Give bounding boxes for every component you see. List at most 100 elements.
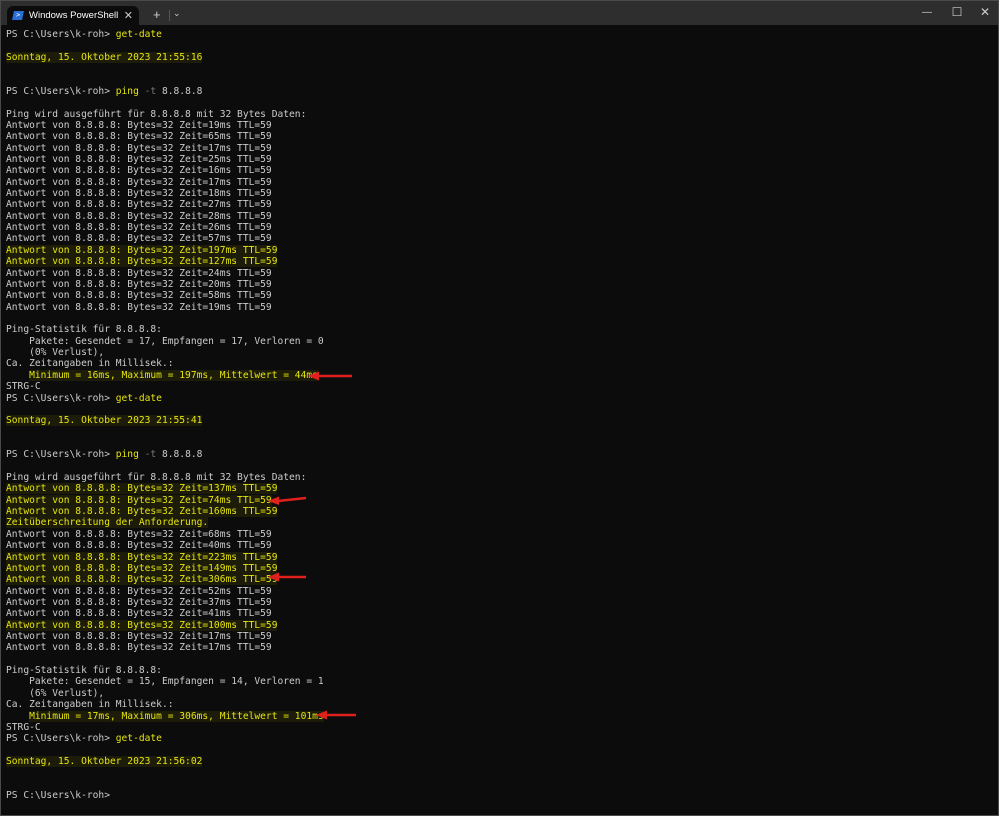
terminal-text: Sonntag, 15. Oktober 2023 21:55:16: [6, 51, 203, 63]
terminal-line: Antwort von 8.8.8.8: Bytes=32 Zeit=160ms…: [6, 506, 998, 518]
terminal-text: PS C:\Users\k-roh>: [6, 733, 116, 745]
terminal-text: Sonntag, 15. Oktober 2023 21:55:41: [6, 415, 203, 427]
terminal-line: Antwort von 8.8.8.8: Bytes=32 Zeit=17ms …: [6, 642, 998, 653]
terminal-line: Antwort von 8.8.8.8: Bytes=32 Zeit=65ms …: [6, 131, 998, 142]
terminal-text: Antwort von 8.8.8.8: Bytes=32 Zeit=24ms …: [6, 267, 272, 279]
close-button[interactable]: ✕: [975, 5, 995, 19]
terminal-window: > Windows PowerShell ✕ + ⌄ — ☐ ✕ PS C:\U…: [0, 0, 999, 816]
terminal-text: Ping-Statistik für 8.8.8.8:: [6, 324, 162, 336]
terminal-text: Antwort von 8.8.8.8: Bytes=32 Zeit=68ms …: [6, 528, 272, 540]
terminal-text: ping: [115, 85, 139, 97]
tab-close-icon[interactable]: ✕: [124, 9, 133, 22]
terminal-text: Ping-Statistik für 8.8.8.8:: [6, 665, 162, 677]
terminal-line: Ping wird ausgeführt für 8.8.8.8 mit 32 …: [6, 109, 998, 120]
terminal-line: Antwort von 8.8.8.8: Bytes=32 Zeit=74ms …: [6, 494, 998, 506]
terminal-line: PS C:\Users\k-roh> get-date: [6, 733, 998, 744]
terminal-text: Antwort von 8.8.8.8: Bytes=32 Zeit=19ms …: [6, 119, 272, 131]
terminal-line: Antwort von 8.8.8.8: Bytes=32 Zeit=68ms …: [6, 529, 998, 540]
terminal-text: Antwort von 8.8.8.8: Bytes=32 Zeit=306ms…: [6, 574, 278, 586]
terminal-text: Antwort von 8.8.8.8: Bytes=32 Zeit=41ms …: [6, 608, 272, 620]
terminal-line: (6% Verlust),: [6, 688, 998, 699]
new-tab-button[interactable]: +: [153, 7, 161, 22]
terminal-line: Antwort von 8.8.8.8: Bytes=32 Zeit=40ms …: [6, 540, 998, 551]
terminal-text: PS C:\Users\k-roh>: [6, 392, 116, 404]
minimize-button[interactable]: —: [917, 7, 937, 18]
terminal-text: Antwort von 8.8.8.8: Bytes=32 Zeit=16ms …: [6, 165, 272, 177]
terminal-text: 8.8.8.8: [156, 449, 203, 461]
terminal-line: Antwort von 8.8.8.8: Bytes=32 Zeit=58ms …: [6, 290, 998, 301]
terminal-text: PS C:\Users\k-roh>: [6, 29, 116, 40]
terminal-text: Antwort von 8.8.8.8: Bytes=32 Zeit=197ms…: [6, 244, 278, 256]
terminal-line: Antwort von 8.8.8.8: Bytes=32 Zeit=149ms…: [6, 562, 998, 574]
terminal-line: Antwort von 8.8.8.8: Bytes=32 Zeit=223ms…: [6, 551, 998, 563]
terminal-line: Antwort von 8.8.8.8: Bytes=32 Zeit=25ms …: [6, 154, 998, 165]
terminal-output[interactable]: PS C:\Users\k-roh> get-date Sonntag, 15. …: [6, 29, 998, 801]
terminal-line: Ping-Statistik für 8.8.8.8:: [6, 665, 998, 676]
red-arrow-icon: [308, 371, 352, 381]
terminal-text: (6% Verlust),: [6, 687, 105, 699]
terminal-line: Antwort von 8.8.8.8: Bytes=32 Zeit=17ms …: [6, 631, 998, 642]
terminal-line: Ping-Statistik für 8.8.8.8:: [6, 324, 998, 335]
terminal-line: Pakete: Gesendet = 17, Empfangen = 17, V…: [6, 336, 998, 347]
terminal-line: PS C:\Users\k-roh> ping -t 8.8.8.8: [6, 449, 998, 460]
terminal-text: Antwort von 8.8.8.8: Bytes=32 Zeit=17ms …: [6, 631, 272, 643]
tab-windows-powershell[interactable]: > Windows PowerShell ✕: [7, 6, 139, 25]
terminal-text: Antwort von 8.8.8.8: Bytes=32 Zeit=20ms …: [6, 278, 272, 290]
terminal-line: PS C:\Users\k-roh> get-date: [6, 29, 998, 40]
terminal-text: Antwort von 8.8.8.8: Bytes=32 Zeit=17ms …: [6, 642, 272, 654]
terminal-text: Minimum = 17ms, Maximum = 306ms, Mittelw…: [29, 710, 324, 722]
terminal-line: Antwort von 8.8.8.8: Bytes=32 Zeit=18ms …: [6, 188, 998, 199]
terminal-text: PS C:\Users\k-roh>: [6, 449, 116, 461]
red-arrow-icon: [316, 710, 356, 720]
terminal-text: Minimum = 16ms, Maximum = 197ms, Mittelw…: [29, 369, 318, 381]
terminal-text: 8.8.8.8: [156, 85, 203, 97]
terminal-text: Antwort von 8.8.8.8: Bytes=32 Zeit=28ms …: [6, 210, 272, 222]
terminal-text: Ping wird ausgeführt für 8.8.8.8 mit 32 …: [6, 108, 307, 120]
terminal-line: Ca. Zeitangaben in Millisek.:: [6, 358, 998, 369]
terminal-line: Antwort von 8.8.8.8: Bytes=32 Zeit=17ms …: [6, 177, 998, 188]
terminal-line: Minimum = 17ms, Maximum = 306ms, Mittelw…: [6, 710, 998, 722]
terminal-text: Antwort von 8.8.8.8: Bytes=32 Zeit=40ms …: [6, 540, 272, 552]
terminal-text: get-date: [115, 29, 162, 40]
terminal-text: Antwort von 8.8.8.8: Bytes=32 Zeit=127ms…: [6, 256, 278, 268]
terminal-line: (0% Verlust),: [6, 347, 998, 358]
terminal-text: -t: [138, 85, 157, 97]
dropdown-chevron-icon[interactable]: ⌄: [173, 8, 181, 19]
terminal-text: Sonntag, 15. Oktober 2023 21:56:02: [6, 756, 203, 767]
red-arrow-icon: [268, 496, 307, 505]
title-bar: > Windows PowerShell ✕ + ⌄ — ☐ ✕: [1, 1, 998, 25]
terminal-line: Antwort von 8.8.8.8: Bytes=32 Zeit=27ms …: [6, 199, 998, 210]
maximize-button[interactable]: ☐: [947, 5, 967, 19]
terminal-text: Antwort von 8.8.8.8: Bytes=32 Zeit=52ms …: [6, 585, 272, 597]
terminal-line: Antwort von 8.8.8.8: Bytes=32 Zeit=28ms …: [6, 211, 998, 222]
terminal-text: STRG-C: [6, 381, 41, 393]
terminal-line: Sonntag, 15. Oktober 2023 21:55:41: [6, 415, 998, 427]
terminal-text: Antwort von 8.8.8.8: Bytes=32 Zeit=17ms …: [6, 142, 272, 154]
terminal-text: Antwort von 8.8.8.8: Bytes=32 Zeit=74ms …: [6, 494, 272, 506]
terminal-text: (0% Verlust),: [6, 347, 105, 359]
terminal-line: Sonntag, 15. Oktober 2023 21:56:02: [6, 756, 998, 767]
red-arrow-icon: [268, 572, 306, 582]
terminal-text: Antwort von 8.8.8.8: Bytes=32 Zeit=223ms…: [6, 551, 278, 563]
terminal-text: PS C:\Users\k-roh>: [6, 85, 116, 97]
tab-label: Windows PowerShell: [29, 10, 119, 21]
terminal-line: STRG-C: [6, 381, 998, 392]
terminal-text: Antwort von 8.8.8.8: Bytes=32 Zeit=137ms…: [6, 483, 278, 495]
terminal-text: Antwort von 8.8.8.8: Bytes=32 Zeit=19ms …: [6, 301, 272, 313]
terminal-text: Antwort von 8.8.8.8: Bytes=32 Zeit=149ms…: [6, 562, 278, 574]
terminal-line: Antwort von 8.8.8.8: Bytes=32 Zeit=19ms …: [6, 120, 998, 131]
terminal-line: STRG-C: [6, 722, 998, 733]
terminal-line: Sonntag, 15. Oktober 2023 21:55:16: [6, 51, 998, 63]
terminal-line: Antwort von 8.8.8.8: Bytes=32 Zeit=52ms …: [6, 586, 998, 597]
terminal-text: -t: [138, 449, 157, 461]
terminal-line: Antwort von 8.8.8.8: Bytes=32 Zeit=41ms …: [6, 608, 998, 619]
divider: [169, 10, 170, 21]
